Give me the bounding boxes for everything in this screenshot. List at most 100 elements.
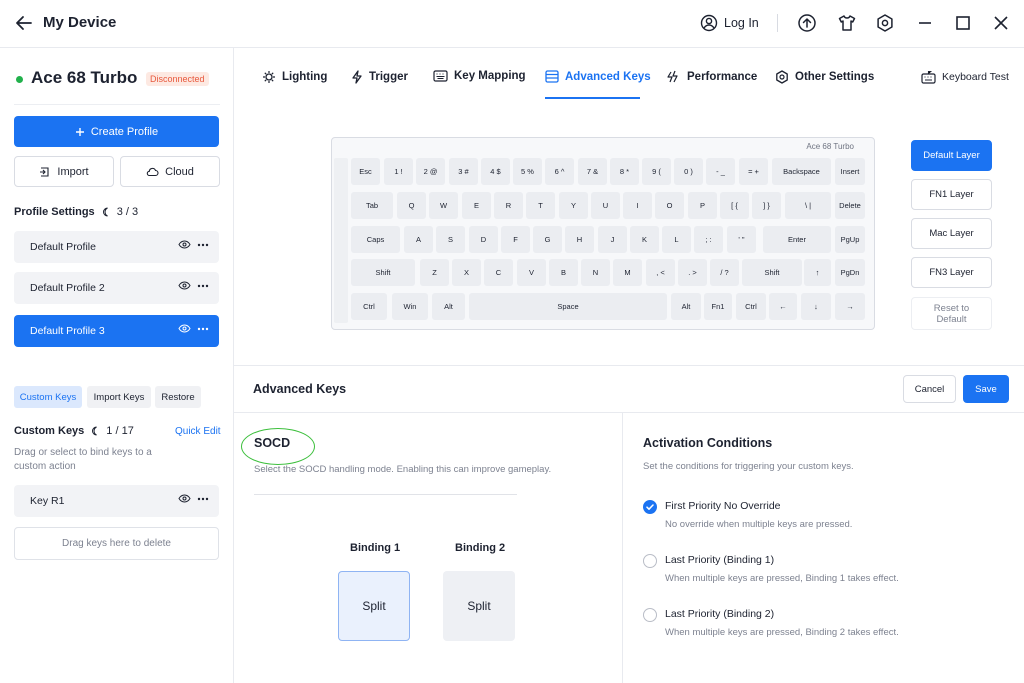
chip-restore[interactable]: Restore bbox=[155, 386, 201, 408]
tab-advanced-keys[interactable]: Advanced Keys bbox=[545, 70, 651, 83]
key-5[interactable]: 5 % bbox=[513, 158, 542, 185]
key-4[interactable]: 4 $ bbox=[481, 158, 510, 185]
eye-icon[interactable] bbox=[178, 324, 191, 333]
key-k[interactable]: K bbox=[630, 226, 659, 253]
key-r[interactable]: R bbox=[494, 192, 523, 219]
tab-other-settings[interactable]: Other Settings bbox=[775, 70, 874, 84]
key-1[interactable]: 1 ! bbox=[384, 158, 413, 185]
binding-2-slot[interactable]: Split bbox=[443, 571, 515, 641]
more-icon[interactable] bbox=[197, 284, 209, 288]
key-m[interactable]: M bbox=[613, 259, 642, 286]
profile-item-active[interactable]: Default Profile 3 bbox=[14, 315, 219, 347]
close-icon[interactable] bbox=[991, 13, 1011, 33]
eye-icon[interactable] bbox=[178, 240, 191, 249]
cancel-button[interactable]: Cancel bbox=[903, 375, 956, 403]
activation-option-title[interactable]: Last Priority (Binding 1) bbox=[665, 554, 774, 566]
activation-radio[interactable] bbox=[643, 608, 657, 622]
key-ctrl[interactable]: Ctrl bbox=[351, 293, 387, 320]
key-s[interactable]: S bbox=[436, 226, 465, 253]
layer-button-reset-to-default[interactable]: Reset to Default bbox=[911, 297, 992, 330]
tab-keyboard-test[interactable]: Keyboard Test bbox=[921, 70, 1009, 84]
key-enter[interactable]: Enter bbox=[763, 226, 831, 253]
key-p[interactable]: P bbox=[688, 192, 717, 219]
key-symbol[interactable]: ; : bbox=[694, 226, 723, 253]
key-shift[interactable]: Shift bbox=[351, 259, 415, 286]
eye-icon[interactable] bbox=[178, 494, 191, 503]
key-2[interactable]: 2 @ bbox=[416, 158, 445, 185]
activation-option-title[interactable]: Last Priority (Binding 2) bbox=[665, 608, 774, 620]
layer-button-mac-layer[interactable]: Mac Layer bbox=[911, 218, 992, 249]
login-button[interactable]: Log In bbox=[700, 14, 759, 32]
layer-button-fn3-layer[interactable]: FN3 Layer bbox=[911, 257, 992, 288]
key-win[interactable]: Win bbox=[392, 293, 428, 320]
key-ctrl[interactable]: Ctrl bbox=[736, 293, 766, 320]
key-space[interactable]: Space bbox=[469, 293, 667, 320]
tshirt-icon[interactable] bbox=[837, 13, 857, 33]
key-e[interactable]: E bbox=[462, 192, 491, 219]
key-backspace[interactable]: Backspace bbox=[772, 158, 831, 185]
maximize-icon[interactable] bbox=[953, 13, 973, 33]
key-delete[interactable]: Delete bbox=[835, 192, 865, 219]
key-c[interactable]: C bbox=[484, 259, 513, 286]
key-v[interactable]: V bbox=[517, 259, 546, 286]
key-symbol[interactable]: ↑ bbox=[804, 259, 831, 286]
key-t[interactable]: T bbox=[526, 192, 555, 219]
tab-trigger[interactable]: Trigger bbox=[351, 70, 408, 84]
layer-button-fn1-layer[interactable]: FN1 Layer bbox=[911, 179, 992, 210]
key-9[interactable]: 9 ( bbox=[642, 158, 671, 185]
cloud-button[interactable]: Cloud bbox=[120, 156, 220, 187]
key-y[interactable]: Y bbox=[559, 192, 588, 219]
key-symbol[interactable]: = + bbox=[739, 158, 768, 185]
key-symbol[interactable]: ] } bbox=[752, 192, 781, 219]
import-button[interactable]: Import bbox=[14, 156, 114, 187]
more-icon[interactable] bbox=[197, 327, 209, 331]
key-l[interactable]: L bbox=[662, 226, 691, 253]
key-pgdn[interactable]: PgDn bbox=[835, 259, 865, 286]
key-symbol[interactable]: → bbox=[835, 293, 865, 320]
key-symbol[interactable]: [ { bbox=[720, 192, 749, 219]
key-h[interactable]: H bbox=[565, 226, 594, 253]
key-symbol[interactable]: , < bbox=[646, 259, 675, 286]
key-symbol[interactable]: ← bbox=[769, 293, 797, 320]
more-icon[interactable] bbox=[197, 243, 209, 247]
key-7[interactable]: 7 & bbox=[578, 158, 607, 185]
save-button[interactable]: Save bbox=[963, 375, 1009, 403]
key-symbol[interactable]: ↓ bbox=[801, 293, 831, 320]
chip-import-keys[interactable]: Import Keys bbox=[87, 386, 151, 408]
tab-lighting[interactable]: Lighting bbox=[262, 70, 327, 84]
activation-option-title[interactable]: First Priority No Override bbox=[665, 500, 781, 512]
key-esc[interactable]: Esc bbox=[351, 158, 380, 185]
profile-item[interactable]: Default Profile 2 bbox=[14, 272, 219, 304]
key-o[interactable]: O bbox=[655, 192, 684, 219]
key-alt[interactable]: Alt bbox=[432, 293, 465, 320]
minimize-icon[interactable] bbox=[915, 13, 935, 33]
key-f[interactable]: F bbox=[501, 226, 530, 253]
upload-circle-icon[interactable] bbox=[797, 13, 817, 33]
chip-custom-keys[interactable]: Custom Keys bbox=[14, 386, 82, 408]
key-i[interactable]: I bbox=[623, 192, 652, 219]
key-8[interactable]: 8 * bbox=[610, 158, 639, 185]
key-x[interactable]: X bbox=[452, 259, 481, 286]
key-symbol[interactable]: / ? bbox=[710, 259, 739, 286]
hexagon-settings-icon[interactable] bbox=[875, 13, 895, 33]
key-w[interactable]: W bbox=[429, 192, 458, 219]
layer-button-default-layer[interactable]: Default Layer bbox=[911, 140, 992, 171]
key-symbol[interactable]: \ | bbox=[785, 192, 831, 219]
key-b[interactable]: B bbox=[549, 259, 578, 286]
eye-icon[interactable] bbox=[178, 281, 191, 290]
activation-radio[interactable] bbox=[643, 500, 657, 514]
key-tab[interactable]: Tab bbox=[351, 192, 393, 219]
key-fn1[interactable]: Fn1 bbox=[704, 293, 732, 320]
key-6[interactable]: 6 ^ bbox=[545, 158, 574, 185]
activation-radio[interactable] bbox=[643, 554, 657, 568]
key-caps[interactable]: Caps bbox=[351, 226, 400, 253]
create-profile-button[interactable]: Create Profile bbox=[14, 116, 219, 147]
more-icon[interactable] bbox=[197, 497, 209, 501]
binding-1-slot[interactable]: Split bbox=[338, 571, 410, 641]
profile-item[interactable]: Default Profile bbox=[14, 231, 219, 263]
tab-key-mapping[interactable]: Key Mapping bbox=[433, 70, 526, 82]
key-pgup[interactable]: PgUp bbox=[835, 226, 865, 253]
key-n[interactable]: N bbox=[581, 259, 610, 286]
key-3[interactable]: 3 # bbox=[449, 158, 478, 185]
delete-drop-zone[interactable]: Drag keys here to delete bbox=[14, 527, 219, 560]
